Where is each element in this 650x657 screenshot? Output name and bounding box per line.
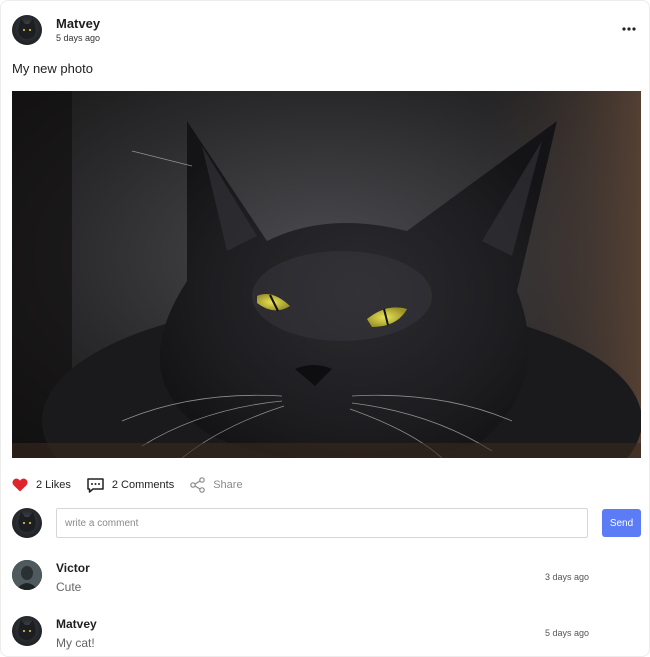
comment-input[interactable]	[56, 508, 588, 538]
comment-text: My cat!	[56, 636, 95, 650]
comment-timestamp: 5 days ago	[545, 628, 590, 638]
avatar[interactable]	[12, 508, 42, 538]
share-button[interactable]: Share	[190, 477, 243, 493]
comment-timestamp: 3 days ago	[545, 572, 590, 582]
likes-count: 2 Likes	[36, 479, 71, 491]
more-horizontal-icon	[622, 27, 636, 31]
comment-icon	[87, 477, 104, 493]
post-photo[interactable]	[12, 91, 641, 458]
heart-icon	[12, 478, 28, 492]
avatar[interactable]	[12, 560, 42, 590]
user-avatar-icon	[12, 560, 42, 590]
send-button[interactable]: Send	[602, 509, 641, 537]
post-card: Matvey 5 days ago My new photo 2 Likes 2…	[0, 0, 650, 657]
share-icon	[190, 477, 206, 493]
avatar[interactable]	[12, 15, 42, 45]
like-button[interactable]: 2 Likes	[12, 478, 71, 492]
comments-button[interactable]: 2 Comments	[87, 477, 175, 493]
author-name[interactable]: Matvey	[56, 16, 100, 31]
cat-avatar-icon	[18, 19, 36, 39]
post-actions: 2 Likes 2 Comments Share	[12, 475, 259, 495]
comment-text: Cute	[56, 580, 82, 594]
post-timestamp: 5 days ago	[56, 33, 101, 43]
comment-author[interactable]: Victor	[56, 561, 90, 575]
comment-author[interactable]: Matvey	[56, 617, 97, 631]
cat-avatar-icon	[18, 620, 36, 640]
more-options-button[interactable]	[621, 21, 637, 37]
comments-count: 2 Comments	[111, 479, 175, 491]
share-label: Share	[213, 479, 243, 491]
cat-avatar-icon	[18, 512, 36, 532]
avatar[interactable]	[12, 616, 42, 646]
cat-photo-image	[12, 91, 641, 458]
post-text: My new photo	[12, 61, 93, 76]
comment-item: Victor Cute 3 days ago	[1, 560, 649, 600]
comment-item: Matvey My cat! 5 days ago	[1, 616, 649, 656]
